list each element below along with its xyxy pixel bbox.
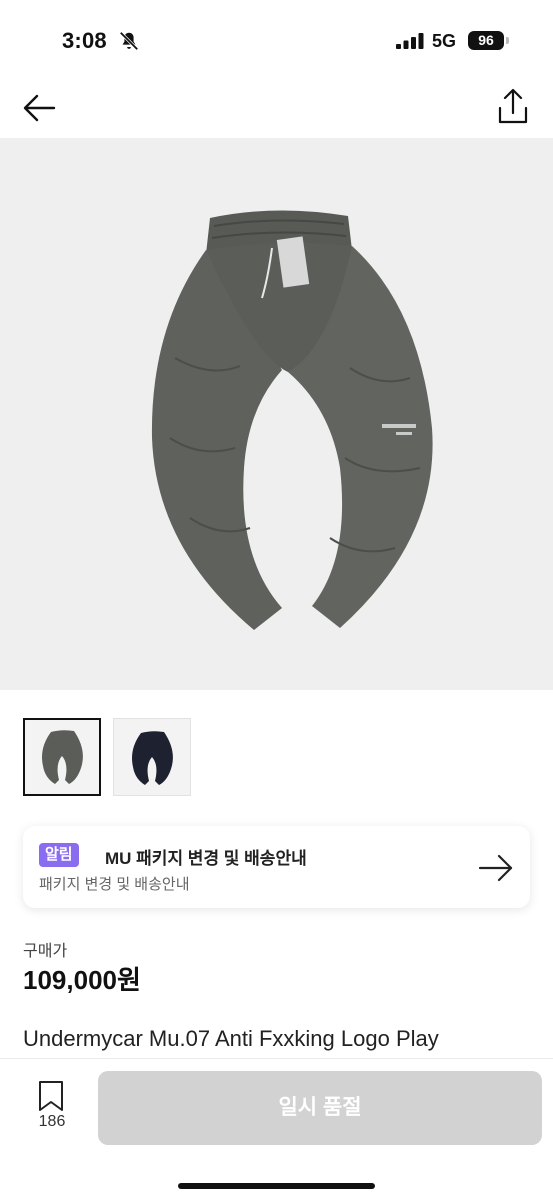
status-time: 3:08 — [62, 28, 107, 53]
bookmark-button[interactable]: 186 — [30, 1079, 74, 1139]
product-title: Undermycar Mu.07 Anti Fxxking Logo Play — [23, 1026, 439, 1051]
bottom-action-bar: 186 일시 품절 — [0, 1058, 553, 1200]
battery-indicator: 96 — [468, 31, 504, 50]
notice-badge: 알림 — [39, 843, 79, 867]
home-indicator — [178, 1183, 375, 1189]
thumbnail-pants-navy — [132, 731, 173, 785]
notice-title: MU 패키지 변경 및 배송안내 — [105, 849, 307, 868]
bookmark-icon — [39, 1081, 63, 1111]
product-image[interactable] — [0, 138, 553, 690]
bookmark-count: 186 — [38, 1113, 66, 1130]
notice-card[interactable]: 알림 MU 패키지 변경 및 배송안내 패키지 변경 및 배송안내 — [23, 826, 530, 908]
signal-bars-icon — [396, 33, 424, 49]
arrow-left-icon[interactable] — [20, 88, 60, 128]
thumbnail-1[interactable] — [23, 718, 101, 796]
price-value: 109,000원 — [23, 965, 141, 995]
thumbnail-pants-grey — [42, 730, 83, 784]
notice-subtitle: 패키지 변경 및 배송안내 — [39, 876, 190, 893]
pants-illustration — [151, 210, 433, 630]
share-upload-icon[interactable] — [492, 86, 534, 128]
sold-out-button[interactable]: 일시 품절 — [98, 1071, 542, 1145]
status-bar: 3:08 5G 96 — [0, 0, 553, 80]
thumbnail-2[interactable] — [113, 718, 191, 796]
arrow-right-icon[interactable] — [478, 850, 514, 886]
bell-slash-icon — [119, 31, 139, 51]
nav-bar — [0, 80, 553, 138]
network-type: 5G — [432, 31, 457, 51]
battery-tip — [506, 37, 509, 44]
price-label: 구매가 — [23, 943, 68, 960]
